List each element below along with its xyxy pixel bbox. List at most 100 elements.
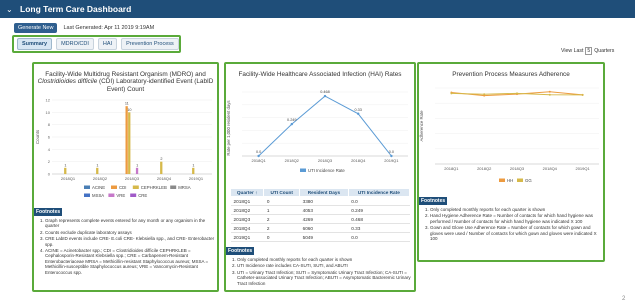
hai-col-uti-count[interactable]: UTI Count [263,188,301,197]
legend-label: GG [525,178,532,183]
x-tick-label: 2019Q1 [189,176,204,181]
hai-col-resident-days[interactable]: Resident Days [299,188,349,197]
table-cell: 5049 [299,232,349,242]
hai-panel: Facility-Wide Healthcare Associated Infe… [224,62,416,292]
tab-summary[interactable]: Summary [17,38,53,50]
collapse-chevron-icon[interactable]: ⌄ [6,5,16,14]
legend-swatch [111,185,117,189]
page-number[interactable]: 2 [622,296,625,302]
hai-footnote: UTI = Urinary Tract Infection; SUTI = Sy… [237,270,412,286]
x-tick-label: 2019Q1 [384,158,399,163]
series-line [258,95,392,157]
data-label: 0.249 [287,118,297,122]
bar [192,167,195,174]
x-tick-label: 2018Q2 [285,158,300,163]
data-point [548,90,551,93]
x-tick-label: 2018Q4 [157,176,172,181]
hai-line-chart: Rate per 1,000 resident days 2018Q1 2018Q2… [226,90,408,173]
table-cell: 2018Q2 [230,205,264,215]
legend-label: ACINE [92,185,105,190]
prevention-footnote: Only completed monthly reports for each … [430,207,601,212]
legend-swatch [130,193,137,197]
x-tick-label: 2018Q1 [444,166,459,171]
table-cell: 4053 [299,205,349,215]
mdro-panel: Facility-Wide Multidrug Resistant Organi… [32,62,219,292]
data-label: 1 [64,163,66,167]
mdro-chart-title: Facility-Wide Multidrug Resistant Organi… [34,71,217,93]
table-cell: 2018Q4 [230,223,264,233]
bar [64,167,67,174]
hai-chart-title: Facility-Wide Healthcare Associated Infe… [238,71,402,78]
mdro-bar-chart: Counts0246810122018Q1 2018Q2 2018Q3 2018Q4 2… [35,98,212,198]
bar [128,112,131,174]
mdro-title-line2: Clostridioides difficile (CDI) Laborator… [34,78,217,85]
data-label: 1 [136,163,138,167]
table-cell: 0 [263,196,300,206]
table-cell: 2018Q3 [230,214,264,224]
hai-table-header-row: Quarter ↑ UTI Count Resident Days UTI In… [229,188,411,197]
legend-label: MSSA [92,193,104,198]
data-label: 0.0 [389,150,394,154]
x-tick-label: 2018Q3 [125,176,140,181]
table-row: 2019Q1 0 5049 0.0 [230,232,410,242]
generate-new-button[interactable]: Generate New [14,23,58,33]
tab-mdro-cdi[interactable]: MDRO/CDI [56,38,94,50]
legend-swatch [108,193,115,197]
hai-table: Quarter ↑ UTI Count Resident Days UTI In… [229,188,411,242]
data-label: 1 [192,163,194,167]
data-label: 11 [125,102,129,106]
mdro-footnote: Graph represents complete events entered… [45,218,215,229]
x-tick-label: 2019Q1 [575,166,590,171]
data-point [290,122,293,126]
legend-label: MRSA [178,185,191,190]
data-label: 1 [96,163,98,167]
table-row: 2018Q1 0 3380 0.0 [230,196,410,206]
toolbar: Generate New Last Generated: Apr 11 2019… [14,22,154,34]
prevention-line-chart: Adherence Rate 2018Q1 2018Q2 2018Q3 2018Q4 20… [419,87,599,183]
hai-footnotes-list: Only completed monthly reports for each … [230,257,412,287]
legend-swatch [170,185,177,189]
tab-prevention-process[interactable]: Prevention Process [121,38,179,50]
x-tick-label: 2018Q1 [251,158,266,163]
prevention-footnote: Hand Hygiene Adherence Rate = Number of … [430,213,601,224]
mdro-footnote: ACINE = Acinetobacter spp.; CDI = Clostr… [45,248,215,275]
y-tick-label: 4 [48,147,51,152]
x-tick-label: 2018Q4 [351,158,366,163]
hai-col-incidence-rate[interactable]: UTI Incidence Rate [347,188,411,197]
table-row: 2018Q2 1 4053 0.249 [230,205,410,215]
last-generated-text: Last Generated: Apr 11 2019 9:19AM [63,25,155,31]
y-tick-label: 6 [48,135,51,140]
quarters-label: Quarters [594,48,615,54]
table-cell: 2 [263,223,300,233]
bar [160,161,163,174]
data-point [581,93,584,96]
quarters-select[interactable]: 5 [585,47,593,55]
table-cell: 2018Q1 [230,196,264,206]
legend-swatch [132,185,139,189]
data-label: 0.33 [355,108,362,112]
legend-label: CDI [119,185,126,190]
legend-label: CRE [138,193,147,198]
prevention-footnotes-list: Only completed monthly reports for each … [423,207,601,242]
hai-col-quarter[interactable]: Quarter ↑ [229,188,265,197]
dashboard-title: Long Term Care Dashboard [20,4,132,14]
data-point [257,154,260,158]
hai-footnote: Only completed monthly reports for each … [237,257,412,262]
y-tick-label: 2 [48,159,51,164]
bar [135,167,139,174]
table-cell: 0.0 [348,232,410,242]
table-cell: 0.249 [348,205,410,215]
table-cell: 0 [263,232,300,242]
data-label: 0.468 [320,90,330,94]
table-cell: 0.468 [348,214,410,224]
prevention-chart-title: Prevention Process Measures Adherence [452,71,570,78]
tab-hai[interactable]: HAI [97,38,118,50]
prevention-footnotes-label: Footnotes [419,197,448,205]
y-tick-label: 0 [48,172,51,177]
x-tick-label: 2018Q3 [510,166,525,171]
x-tick-label: 2018Q2 [93,176,108,181]
table-cell: 2 [263,214,300,224]
bar [96,167,99,174]
y-tick-label: 12 [46,98,51,103]
data-label: 10 [127,108,131,112]
